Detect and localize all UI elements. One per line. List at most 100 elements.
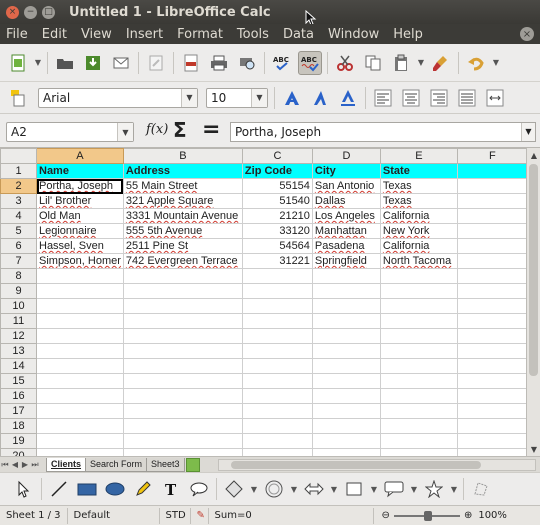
bold-button[interactable] [280, 86, 304, 110]
function-wizard-button[interactable]: f(x) [146, 122, 168, 137]
menu-format[interactable]: Format [170, 27, 230, 42]
clone-formatting-button[interactable] [429, 51, 453, 75]
cell[interactable] [36, 313, 124, 329]
freeform-button[interactable] [131, 477, 155, 501]
cell[interactable]: 742 Evergreen Terrace [122, 253, 243, 269]
scroll-down-icon[interactable]: ▼ [527, 442, 540, 456]
cell[interactable]: 555 5th Avenue [122, 223, 243, 239]
row-header[interactable]: 12 [0, 328, 37, 344]
menu-file[interactable]: File [0, 27, 35, 42]
print-preview-button[interactable] [235, 51, 259, 75]
cell[interactable] [379, 388, 458, 404]
sum-button[interactable]: Σ [173, 118, 187, 142]
cell[interactable] [36, 403, 124, 419]
minimize-window-button[interactable]: − [24, 5, 37, 19]
cell[interactable] [379, 433, 458, 449]
cell[interactable] [456, 388, 528, 404]
cell[interactable] [379, 343, 458, 359]
stars-button[interactable] [422, 477, 446, 501]
cell[interactable] [379, 268, 458, 284]
cell[interactable]: North Tacoma [379, 253, 458, 269]
cell[interactable]: State [379, 163, 458, 179]
cell[interactable] [122, 283, 243, 299]
cell[interactable] [456, 283, 528, 299]
formula-input[interactable]: Portha, Joseph ▼ [230, 122, 536, 142]
menu-tools[interactable]: Tools [230, 27, 276, 42]
cell[interactable] [456, 373, 528, 389]
cell[interactable]: Old Man [36, 208, 124, 224]
cell[interactable] [311, 283, 381, 299]
cell[interactable] [456, 178, 528, 194]
zoom-out-icon[interactable]: ⊖ [382, 510, 390, 521]
cell[interactable] [122, 403, 243, 419]
tab-search-form[interactable]: Search Form [85, 457, 148, 472]
tab-sheet3[interactable]: Sheet3 [146, 457, 185, 472]
cell[interactable] [122, 448, 243, 456]
open-button[interactable] [53, 51, 77, 75]
basic-shapes-dropdown[interactable]: ▼ [248, 477, 260, 501]
row-header[interactable]: 13 [0, 343, 37, 359]
row-header[interactable]: 16 [0, 388, 37, 404]
paste-button[interactable] [389, 51, 413, 75]
cell[interactable] [379, 313, 458, 329]
ellipse-button[interactable] [103, 477, 127, 501]
cell[interactable]: 2511 Pine St [122, 238, 243, 254]
spreadsheet-grid[interactable]: A B C D E F 1 Name Address Zip Code City Stat… [0, 148, 540, 456]
text-button[interactable]: T [159, 477, 183, 501]
cell[interactable] [241, 343, 313, 359]
select-all-corner[interactable] [0, 148, 37, 164]
cell[interactable]: Springfield [311, 253, 381, 269]
cell[interactable] [122, 358, 243, 374]
cell[interactable] [36, 268, 124, 284]
font-size-combo[interactable]: 10 ▼ [206, 87, 268, 108]
row-header[interactable]: 10 [0, 298, 37, 314]
cell[interactable]: Manhattan [311, 223, 381, 239]
cell[interactable]: Address [122, 163, 243, 179]
align-left-button[interactable] [371, 86, 395, 110]
spellcheck-button[interactable]: ABC [270, 51, 294, 75]
row-header[interactable]: 17 [0, 403, 37, 419]
cell[interactable] [241, 373, 313, 389]
cell[interactable] [241, 403, 313, 419]
menu-data[interactable]: Data [276, 27, 321, 42]
cell[interactable]: 3331 Mountain Avenue [122, 208, 243, 224]
flowchart-dropdown[interactable]: ▼ [368, 477, 380, 501]
symbol-shapes-button[interactable] [262, 477, 286, 501]
cell[interactable]: 55 Main Street [122, 178, 243, 194]
menu-insert[interactable]: Insert [119, 27, 170, 42]
cell[interactable] [311, 418, 381, 434]
rectangle-button[interactable] [75, 477, 99, 501]
cell[interactable] [311, 313, 381, 329]
cell[interactable] [311, 403, 381, 419]
cell[interactable] [122, 343, 243, 359]
function-button[interactable]: = [202, 117, 220, 142]
cell[interactable] [36, 283, 124, 299]
cell[interactable]: San Antonio [311, 178, 381, 194]
last-sheet-icon[interactable]: ⏭ [30, 460, 40, 470]
scroll-thumb[interactable] [230, 460, 481, 469]
cell[interactable]: 33120 [241, 223, 313, 239]
email-button[interactable] [109, 51, 133, 75]
row-header[interactable]: 5 [0, 223, 37, 239]
autospellcheck-button[interactable]: ABC [298, 50, 322, 75]
cell[interactable] [456, 418, 528, 434]
row-header[interactable]: 7 [0, 253, 37, 269]
cell[interactable]: 21210 [241, 208, 313, 224]
cell[interactable] [122, 268, 243, 284]
maximize-window-button[interactable]: □ [42, 5, 55, 19]
cell[interactable] [122, 418, 243, 434]
row-header[interactable]: 19 [0, 433, 37, 449]
cell[interactable] [241, 283, 313, 299]
cell[interactable] [36, 448, 124, 456]
cell[interactable] [36, 418, 124, 434]
zoom-slider-knob[interactable] [423, 510, 432, 521]
cell[interactable] [36, 298, 124, 314]
add-sheet-icon[interactable] [185, 457, 200, 472]
row-header[interactable]: 18 [0, 418, 37, 434]
undo-dropdown-arrow[interactable]: ▼ [490, 51, 502, 75]
undo-button[interactable] [464, 51, 488, 75]
close-document-button[interactable]: × [520, 27, 534, 41]
align-center-button[interactable] [399, 86, 423, 110]
new-document-button[interactable] [6, 51, 30, 75]
cell[interactable] [456, 223, 528, 239]
